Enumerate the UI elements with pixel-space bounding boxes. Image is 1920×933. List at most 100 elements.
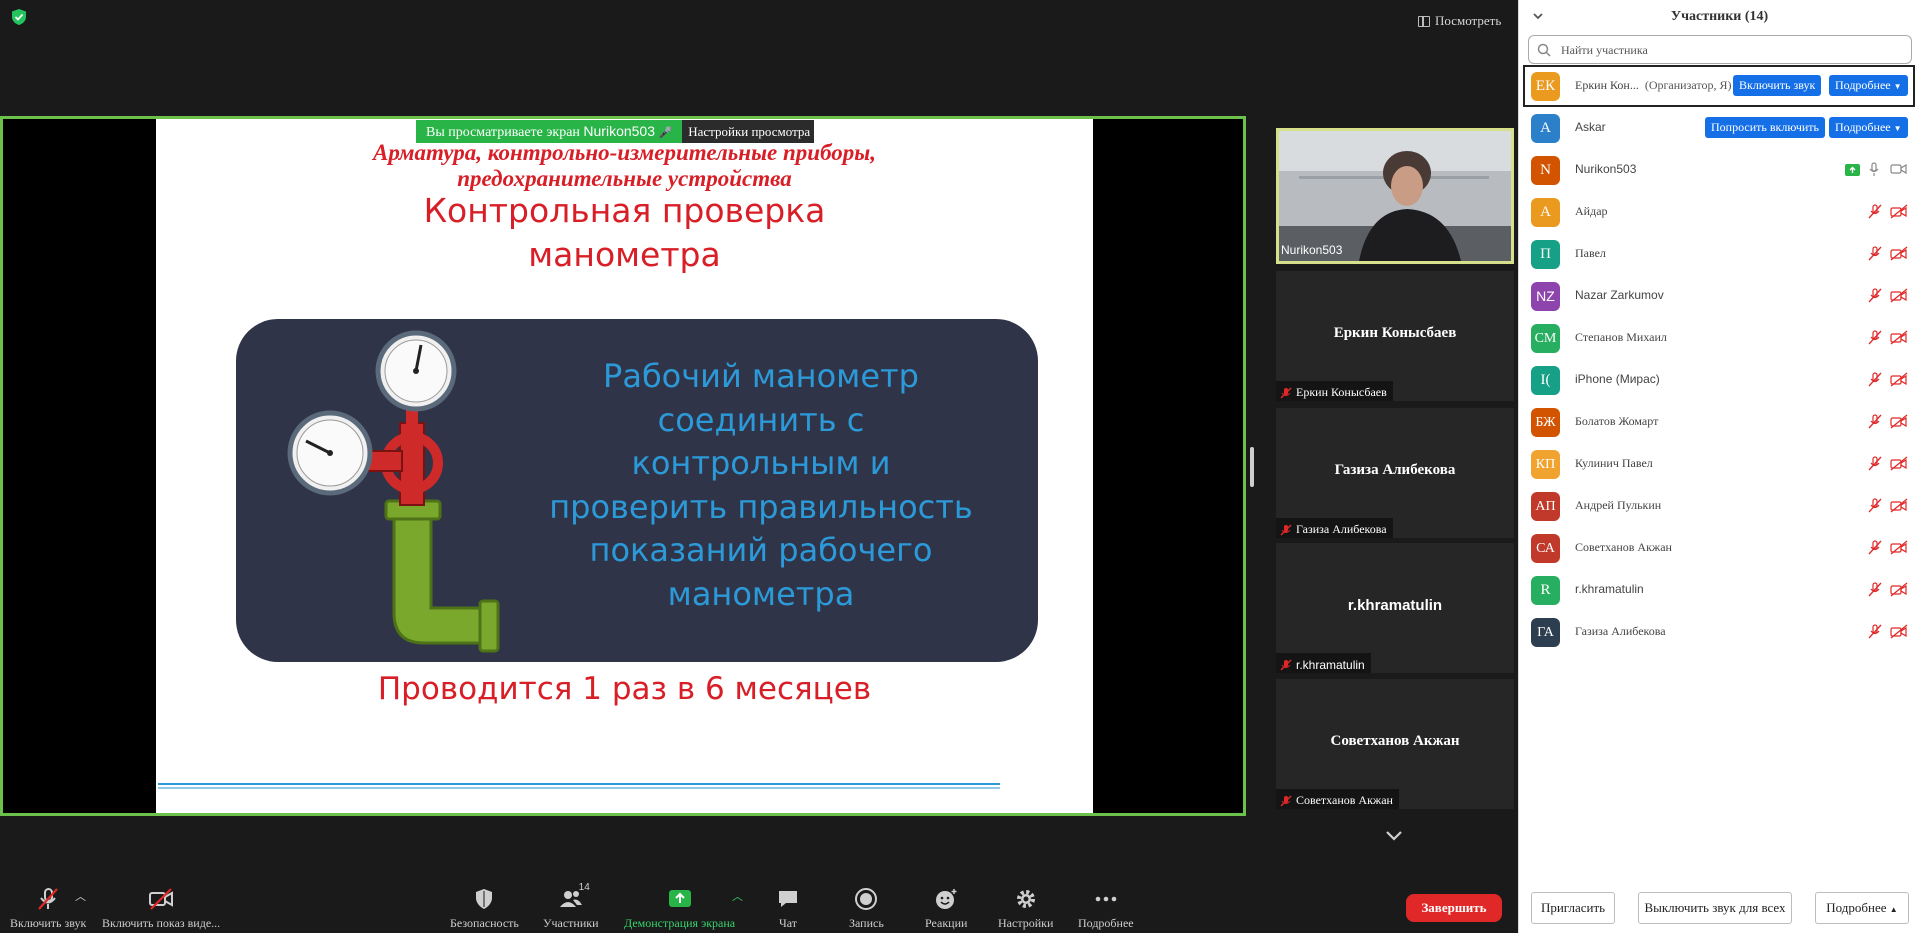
participant-row[interactable]: СМ Степанов Михаил <box>1523 317 1915 359</box>
video-tile-active-speaker[interactable]: Nurikon503 <box>1276 128 1514 264</box>
participant-row[interactable]: КП Кулинич Павел <box>1523 443 1915 485</box>
more-button[interactable]: Подробнее <box>1078 887 1134 931</box>
video-off-icon <box>1890 372 1908 387</box>
slide-content-box: Рабочий манометр соединить с контрольным… <box>236 319 1038 662</box>
participant-row[interactable]: R r.khramatulin <box>1523 569 1915 611</box>
video-tile-label: r.khramatulin <box>1276 653 1371 673</box>
avatar: СА <box>1531 534 1560 563</box>
security-label: Безопасность <box>450 916 519 930</box>
more-label: Подробнее <box>1078 916 1134 930</box>
share-options-caret[interactable]: ︿ <box>732 888 743 904</box>
audio-options-caret[interactable]: ︿ <box>75 888 86 904</box>
video-off-icon <box>1890 540 1908 555</box>
participant-role: (Организатор, Я) <box>1644 78 1732 92</box>
avatar: NZ <box>1531 282 1560 311</box>
slide-box-line: соединить с <box>657 400 865 439</box>
slide-divider-line <box>158 787 1000 789</box>
video-tile[interactable]: Советханов Акжан Советханов Акжан <box>1276 679 1514 809</box>
mic-muted-icon <box>1280 658 1292 671</box>
participant-name: Еркин Кон... (Организатор, Я) <box>1575 78 1731 93</box>
settings-button[interactable]: Настройки <box>998 887 1053 931</box>
panel-title: Участники (14) <box>1670 9 1769 24</box>
slide-box-line: манометра <box>667 574 855 613</box>
participant-row[interactable]: СА Советханов Акжан <box>1523 527 1915 569</box>
mic-muted-icon <box>1868 246 1882 261</box>
video-icon <box>1890 163 1907 175</box>
participant-row[interactable]: A Askar Попросить включить Подробнее ▼ <box>1523 107 1915 149</box>
video-tile[interactable]: r.khramatulin r.khramatulin <box>1276 543 1514 673</box>
share-screen-label: Демонстрация экрана <box>624 916 736 930</box>
split-resize-handle[interactable] <box>1250 447 1254 487</box>
zoom-window: Посмотреть Вы просматриваете экран Nurik… <box>0 0 1920 933</box>
participant-name: iPhone (Мирас) <box>1575 372 1660 386</box>
encryption-shield-icon[interactable] <box>10 8 28 26</box>
view-button[interactable]: Посмотреть <box>1418 11 1501 31</box>
participant-label: Советханов Акжан <box>1296 793 1393 807</box>
participant-search[interactable] <box>1528 35 1912 64</box>
participants-label: Участники <box>543 916 599 930</box>
end-meeting-button[interactable]: Завершить <box>1406 894 1502 922</box>
share-screen-button[interactable]: Демонстрация экрана <box>624 887 735 931</box>
slide-box-text: Рабочий манометр соединить с контрольным… <box>536 355 986 616</box>
video-off-icon <box>1890 246 1908 261</box>
search-input[interactable] <box>1561 40 1901 60</box>
avatar: R <box>1531 576 1560 605</box>
video-tile[interactable]: Еркин Конысбаев Еркин Конысбаев <box>1276 271 1514 401</box>
reactions-button[interactable]: Реакции <box>925 887 967 931</box>
participant-name: Кулинич Павел <box>1575 456 1653 470</box>
participant-row[interactable]: ГА Газиза Алибекова <box>1523 611 1915 653</box>
avatar: П <box>1531 240 1560 269</box>
more-options-button[interactable]: Подробнее ▼ <box>1829 75 1908 96</box>
mic-muted-icon <box>1868 498 1882 513</box>
participant-row[interactable]: П Павел <box>1523 233 1915 275</box>
view-label: Посмотреть <box>1435 13 1502 28</box>
participant-name: Nazar Zarkumov <box>1575 288 1664 302</box>
invite-button[interactable]: Пригласить <box>1531 892 1615 924</box>
participant-name: Болатов Жомарт <box>1575 414 1659 428</box>
meeting-area: Посмотреть Вы просматриваете экран Nurik… <box>0 0 1518 933</box>
participant-name: Степанов Михаил <box>1575 330 1667 344</box>
shared-screen[interactable]: Вы просматриваете экран Nurikon503 🎤 Нас… <box>0 116 1246 816</box>
participant-row[interactable]: АП Андрей Пулькин <box>1523 485 1915 527</box>
unmute-participant-button[interactable]: Включить звук <box>1733 75 1822 96</box>
panel-more-button[interactable]: Подробнее ▲ <box>1815 892 1909 924</box>
participant-row[interactable]: N Nurikon503 <box>1523 149 1915 191</box>
video-tile-label: Nurikon503 <box>1281 242 1343 257</box>
participant-row[interactable]: ЕК Еркин Кон... (Организатор, Я) Включить… <box>1523 65 1915 107</box>
slide-title-line1: Арматура, контрольно-измерительные прибо… <box>373 140 876 165</box>
participant-name: Еркин Конысбаев <box>1333 325 1457 341</box>
participant-label: Еркин Конысбаев <box>1296 385 1387 399</box>
pressure-gauge-illustration <box>287 330 500 653</box>
participants-button[interactable]: 14 Участники <box>543 882 599 931</box>
caret-down-icon: ▼ <box>1893 124 1902 133</box>
mic-muted-icon <box>1868 330 1882 345</box>
share-banner: Вы просматриваете экран Nurikon503 🎤 Нас… <box>416 120 815 143</box>
panel-header: Участники (14) <box>1519 0 1920 34</box>
security-button[interactable]: Безопасность <box>450 887 519 931</box>
participant-name: Газиза Алибекова <box>1334 462 1456 478</box>
participant-row[interactable]: А Айдар <box>1523 191 1915 233</box>
slide-divider-line <box>158 783 1000 785</box>
more-options-button[interactable]: Подробнее ▼ <box>1829 117 1908 138</box>
chevron-down-icon[interactable] <box>1384 826 1404 846</box>
mic-muted-icon <box>1868 582 1882 597</box>
view-settings-button[interactable]: Настройки просмотра <box>682 120 815 143</box>
mic-muted-icon <box>1868 204 1882 219</box>
participant-name: Askar <box>1575 120 1606 134</box>
video-tile[interactable]: Газиза Алибекова Газиза Алибекова <box>1276 408 1514 538</box>
ask-to-unmute-button[interactable]: Попросить включить <box>1705 117 1826 138</box>
participant-row[interactable]: БЖ Болатов Жомарт <box>1523 401 1915 443</box>
record-button[interactable]: Запись <box>849 887 884 931</box>
start-video-button[interactable]: Включить показ виде... <box>102 887 220 931</box>
avatar: ЕК <box>1531 72 1560 101</box>
mute-all-button[interactable]: Выключить звук для всех <box>1638 892 1792 924</box>
more-options-label: Подробнее <box>1835 120 1891 134</box>
avatar: СМ <box>1531 324 1560 353</box>
participant-row[interactable]: NZ Nazar Zarkumov <box>1523 275 1915 317</box>
mic-muted-icon <box>1868 414 1882 429</box>
mic-muted-icon <box>1868 456 1882 471</box>
unmute-label: Включить звук <box>10 916 87 930</box>
reactions-smile-icon <box>936 889 957 909</box>
participant-row[interactable]: I( iPhone (Мирас) <box>1523 359 1915 401</box>
chat-button[interactable]: Чат <box>775 887 801 931</box>
